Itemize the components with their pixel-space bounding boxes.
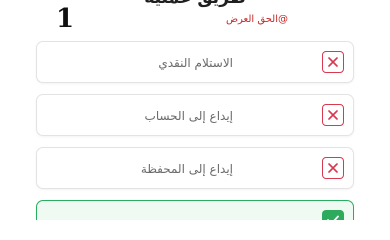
close-icon[interactable] xyxy=(322,157,344,179)
payment-method-screen: طريق عملية 1 @الحق العرض الاستلام النقدي… xyxy=(0,0,390,220)
option-label: الاستلام النقدي xyxy=(158,56,233,70)
close-icon[interactable] xyxy=(322,51,344,73)
option-deposit-to-wallet[interactable]: إيداع إلى المحفظة xyxy=(36,147,354,189)
option-label: إيداع إلى الحساب xyxy=(144,109,233,123)
option-label: إيداع إلى المحفظة xyxy=(140,162,233,176)
option-cash-pickup[interactable]: الاستلام النقدي xyxy=(36,41,354,83)
close-icon[interactable] xyxy=(322,104,344,126)
option-deposit-to-account[interactable]: إيداع إلى الحساب xyxy=(36,94,354,136)
step-number: 1 xyxy=(56,4,75,34)
check-icon[interactable] xyxy=(322,210,344,220)
watermark-text: @الحق العرض xyxy=(225,14,288,25)
option-selected[interactable] xyxy=(36,200,354,220)
